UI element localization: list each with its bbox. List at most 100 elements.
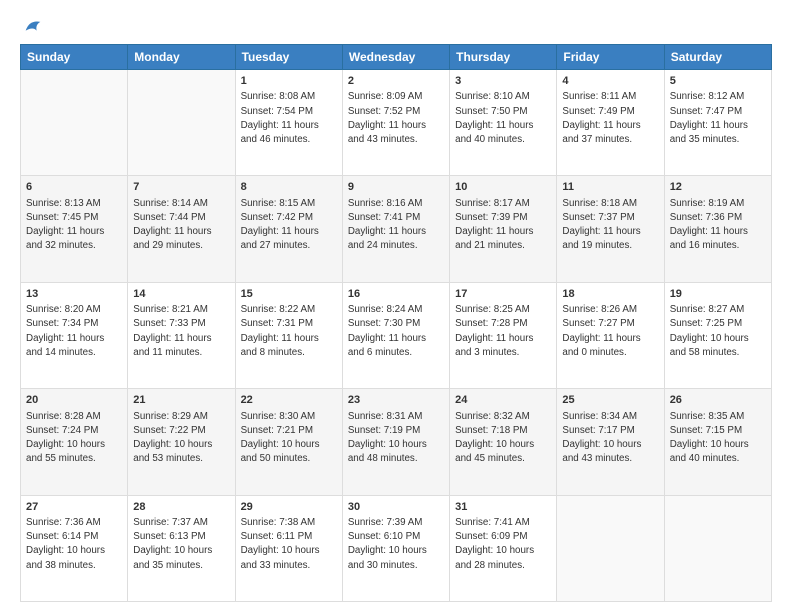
day-number: 17 [455,287,551,302]
day-info: Sunrise: 8:12 AM Sunset: 7:47 PM Dayligh… [670,90,766,147]
calendar-cell: 14Sunrise: 8:21 AM Sunset: 7:33 PM Dayli… [128,282,235,388]
calendar-cell: 25 Sunrise: 8:34 AM Sunset: 7:17 PM Dayli… [557,389,664,495]
day-info: Sunrise: 8:13 AM Sunset: 7:45 PM Dayligh… [26,197,122,254]
day-info: Sunrise: 8:35 AM Sunset: 7:15 PM Dayligh… [670,410,766,467]
calendar-cell: 13Sunrise: 8:20 AM Sunset: 7:34 PM Dayli… [21,282,128,388]
day-info: Sunrise: 8:31 AM Sunset: 7:19 PM Dayligh… [348,410,444,467]
calendar-week-2: 6 Sunrise: 8:13 AM Sunset: 7:45 PM Daylig… [21,176,772,282]
calendar-cell: 17Sunrise: 8:25 AM Sunset: 7:28 PM Dayli… [450,282,557,388]
calendar-cell: 10 Sunrise: 8:17 AM Sunset: 7:39 PM Dayli… [450,176,557,282]
day-number: 16 [348,287,444,302]
day-info: Sunrise: 7:39 AM Sunset: 6:10 PM Dayligh… [348,516,444,573]
day-info: Sunrise: 7:36 AM Sunset: 6:14 PM Dayligh… [26,516,122,573]
day-number: 15 [241,287,337,302]
calendar-cell: 20 Sunrise: 8:28 AM Sunset: 7:24 PM Dayli… [21,389,128,495]
day-info: Sunrise: 8:08 AM Sunset: 7:54 PM Dayligh… [241,90,337,147]
header [20,16,772,36]
day-info: Sunrise: 7:37 AM Sunset: 6:13 PM Dayligh… [133,516,229,573]
day-of-week-friday: Friday [557,45,664,70]
calendar-cell: 26 Sunrise: 8:35 AM Sunset: 7:15 PM Dayli… [664,389,771,495]
day-info: Sunrise: 8:19 AM Sunset: 7:36 PM Dayligh… [670,197,766,254]
calendar-cell [128,70,235,176]
day-info: Sunrise: 8:27 AM Sunset: 7:25 PM Dayligh… [670,303,766,360]
day-info: Sunrise: 8:18 AM Sunset: 7:37 PM Dayligh… [562,197,658,254]
day-number: 2 [348,74,444,89]
day-number: 20 [26,393,122,408]
page: SundayMondayTuesdayWednesdayThursdayFrid… [0,0,792,612]
day-info: Sunrise: 8:20 AM Sunset: 7:34 PM Dayligh… [26,303,122,360]
day-info: Sunrise: 8:17 AM Sunset: 7:39 PM Dayligh… [455,197,551,254]
day-of-week-sunday: Sunday [21,45,128,70]
day-number: 3 [455,74,551,89]
calendar-cell: 28Sunrise: 7:37 AM Sunset: 6:13 PM Dayli… [128,495,235,601]
calendar-cell: 16Sunrise: 8:24 AM Sunset: 7:30 PM Dayli… [342,282,449,388]
calendar-cell: 27Sunrise: 7:36 AM Sunset: 6:14 PM Dayli… [21,495,128,601]
day-number: 24 [455,393,551,408]
calendar-cell: 5Sunrise: 8:12 AM Sunset: 7:47 PM Daylig… [664,70,771,176]
day-info: Sunrise: 8:32 AM Sunset: 7:18 PM Dayligh… [455,410,551,467]
day-info: Sunrise: 8:14 AM Sunset: 7:44 PM Dayligh… [133,197,229,254]
day-number: 19 [670,287,766,302]
calendar-cell: 23 Sunrise: 8:31 AM Sunset: 7:19 PM Dayli… [342,389,449,495]
day-number: 23 [348,393,444,408]
calendar-cell: 9 Sunrise: 8:16 AM Sunset: 7:41 PM Daylig… [342,176,449,282]
day-of-week-thursday: Thursday [450,45,557,70]
calendar-cell [664,495,771,601]
calendar-week-5: 27Sunrise: 7:36 AM Sunset: 6:14 PM Dayli… [21,495,772,601]
calendar-cell: 19Sunrise: 8:27 AM Sunset: 7:25 PM Dayli… [664,282,771,388]
day-of-week-saturday: Saturday [664,45,771,70]
day-of-week-tuesday: Tuesday [235,45,342,70]
calendar-cell: 12Sunrise: 8:19 AM Sunset: 7:36 PM Dayli… [664,176,771,282]
day-number: 4 [562,74,658,89]
day-number: 7 [133,180,229,195]
day-number: 21 [133,393,229,408]
day-number: 10 [455,180,551,195]
calendar-cell: 6 Sunrise: 8:13 AM Sunset: 7:45 PM Daylig… [21,176,128,282]
day-number: 13 [26,287,122,302]
day-number: 6 [26,180,122,195]
day-number: 14 [133,287,229,302]
day-of-week-wednesday: Wednesday [342,45,449,70]
day-info: Sunrise: 8:26 AM Sunset: 7:27 PM Dayligh… [562,303,658,360]
day-number: 26 [670,393,766,408]
day-number: 11 [562,180,658,195]
day-number: 1 [241,74,337,89]
calendar-cell: 2Sunrise: 8:09 AM Sunset: 7:52 PM Daylig… [342,70,449,176]
day-info: Sunrise: 8:24 AM Sunset: 7:30 PM Dayligh… [348,303,444,360]
day-info: Sunrise: 8:28 AM Sunset: 7:24 PM Dayligh… [26,410,122,467]
calendar-cell: 7 Sunrise: 8:14 AM Sunset: 7:44 PM Daylig… [128,176,235,282]
calendar-body: 1Sunrise: 8:08 AM Sunset: 7:54 PM Daylig… [21,70,772,602]
calendar-table: SundayMondayTuesdayWednesdayThursdayFrid… [20,44,772,602]
day-info: Sunrise: 8:15 AM Sunset: 7:42 PM Dayligh… [241,197,337,254]
calendar-cell: 18Sunrise: 8:26 AM Sunset: 7:27 PM Dayli… [557,282,664,388]
day-number: 27 [26,500,122,515]
day-info: Sunrise: 8:34 AM Sunset: 7:17 PM Dayligh… [562,410,658,467]
day-info: Sunrise: 8:25 AM Sunset: 7:28 PM Dayligh… [455,303,551,360]
day-number: 25 [562,393,658,408]
day-number: 30 [348,500,444,515]
day-info: Sunrise: 7:38 AM Sunset: 6:11 PM Dayligh… [241,516,337,573]
day-number: 29 [241,500,337,515]
calendar-cell: 21 Sunrise: 8:29 AM Sunset: 7:22 PM Dayli… [128,389,235,495]
calendar-cell [557,495,664,601]
calendar-cell: 29Sunrise: 7:38 AM Sunset: 6:11 PM Dayli… [235,495,342,601]
day-info: Sunrise: 8:30 AM Sunset: 7:21 PM Dayligh… [241,410,337,467]
calendar-header: SundayMondayTuesdayWednesdayThursdayFrid… [21,45,772,70]
day-number: 22 [241,393,337,408]
day-info: Sunrise: 8:29 AM Sunset: 7:22 PM Dayligh… [133,410,229,467]
day-info: Sunrise: 8:11 AM Sunset: 7:49 PM Dayligh… [562,90,658,147]
calendar-cell: 30Sunrise: 7:39 AM Sunset: 6:10 PM Dayli… [342,495,449,601]
calendar-cell: 15Sunrise: 8:22 AM Sunset: 7:31 PM Dayli… [235,282,342,388]
day-number: 31 [455,500,551,515]
calendar-cell: 4Sunrise: 8:11 AM Sunset: 7:49 PM Daylig… [557,70,664,176]
day-info: Sunrise: 8:16 AM Sunset: 7:41 PM Dayligh… [348,197,444,254]
day-number: 9 [348,180,444,195]
logo-bird-icon [22,16,44,38]
calendar-week-3: 13Sunrise: 8:20 AM Sunset: 7:34 PM Dayli… [21,282,772,388]
day-header-row: SundayMondayTuesdayWednesdayThursdayFrid… [21,45,772,70]
day-info: Sunrise: 8:22 AM Sunset: 7:31 PM Dayligh… [241,303,337,360]
day-of-week-monday: Monday [128,45,235,70]
calendar-cell: 1Sunrise: 8:08 AM Sunset: 7:54 PM Daylig… [235,70,342,176]
calendar-cell: 31Sunrise: 7:41 AM Sunset: 6:09 PM Dayli… [450,495,557,601]
day-info: Sunrise: 8:09 AM Sunset: 7:52 PM Dayligh… [348,90,444,147]
